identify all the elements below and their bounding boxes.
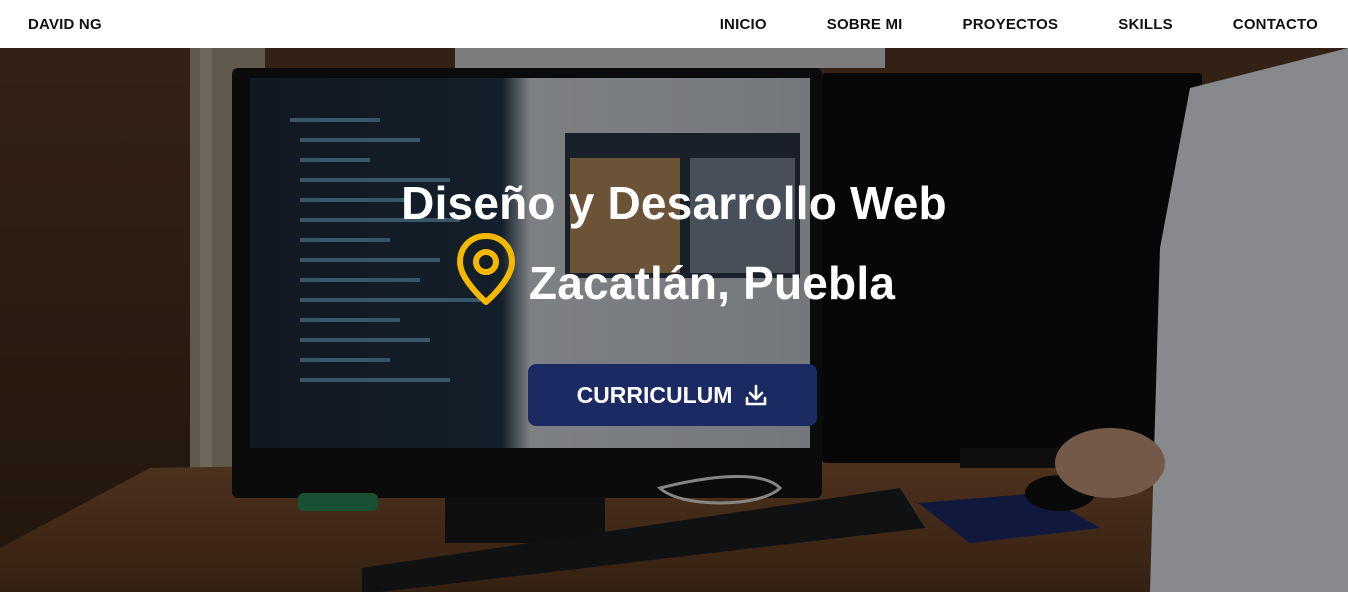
nav-link-contacto[interactable]: CONTACTO [1233,16,1318,33]
curriculum-button-label: CURRICULUM [576,381,733,408]
nav-link-skills[interactable]: SKILLS [1118,16,1173,33]
curriculum-download-button[interactable]: CURRICULUM [528,364,817,426]
top-navbar: DAVID NG INICIO SOBRE MI PROYECTOS SKILL… [0,0,1348,48]
nav-link-inicio[interactable]: INICIO [720,16,767,33]
hero-section: Diseño y Desarrollo Web Zacatlán, Puebla… [0,48,1348,592]
hero-title: Diseño y Desarrollo Web [401,177,947,229]
nav-link-sobre-mi[interactable]: SOBRE MI [827,16,903,33]
nav-link-proyectos[interactable]: PROYECTOS [963,16,1059,33]
hero-location: Zacatlán, Puebla [0,233,1348,310]
hero-dark-overlay [0,48,1348,592]
map-pin-icon [456,233,515,305]
download-icon [746,384,767,406]
location-text: Zacatlán, Puebla [528,257,896,309]
main-nav: INICIO SOBRE MI PROYECTOS SKILLS CONTACT… [720,16,1318,33]
brand-logo-text[interactable]: DAVID NG [28,16,102,33]
